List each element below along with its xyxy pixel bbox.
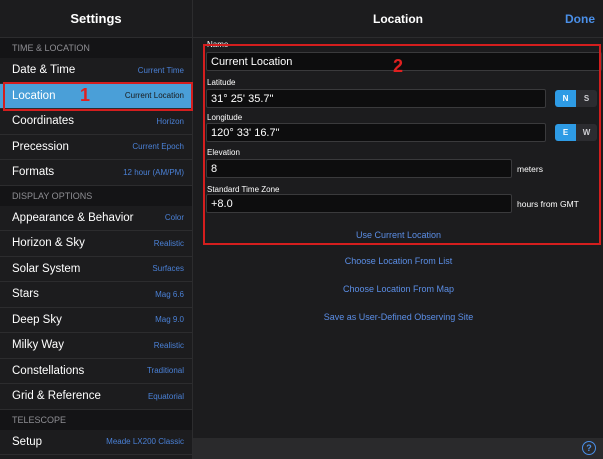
- sidebar-item-label: Setup: [12, 435, 43, 448]
- choose-from-map-button[interactable]: Choose Location From Map: [193, 284, 603, 294]
- panel-title: Location: [373, 12, 423, 26]
- sidebar-item-label: Milky Way: [12, 339, 64, 352]
- annotation-box-1: [3, 82, 193, 111]
- sidebar-item-label: Precession: [12, 140, 69, 153]
- sidebar-item-stars[interactable]: Stars Mag 6.6: [0, 282, 192, 308]
- sidebar-item-value: Current Epoch: [132, 142, 184, 152]
- sidebar-item-label: Stars: [12, 288, 39, 301]
- help-icon[interactable]: ?: [582, 441, 596, 455]
- panel-header: Location Done: [193, 0, 603, 38]
- sidebar-item-value: Mag 9.0: [155, 315, 184, 325]
- sidebar-item-constellations[interactable]: Constellations Traditional: [0, 358, 192, 384]
- sidebar-item-label: Constellations: [12, 364, 85, 377]
- sidebar-item-date-time[interactable]: Date & Time Current Time: [0, 58, 192, 84]
- sidebar-item-value: Color: [164, 213, 184, 223]
- sidebar-item-value: Equatorial: [147, 391, 184, 401]
- sidebar-item-label: Formats: [12, 166, 55, 179]
- sidebar-title: Settings: [0, 0, 192, 38]
- sidebar-item-horizon-sky[interactable]: Horizon & Sky Realistic: [0, 231, 192, 257]
- annotation-number-1: 1: [80, 85, 91, 105]
- sidebar-item-label: Deep Sky: [12, 313, 62, 326]
- sidebar-item-value: 12 hour (AM/PM): [123, 167, 184, 177]
- sidebar-item-label: Date & Time: [12, 64, 76, 77]
- sidebar-item-label: Coordinates: [12, 115, 75, 128]
- sidebar-item-solar-system[interactable]: Solar System Surfaces: [0, 256, 192, 282]
- sidebar-item-value: Meade LX200 Classic: [106, 437, 184, 447]
- sidebar-item-value: Realistic: [153, 340, 184, 350]
- sidebar-item-label: Solar System: [12, 262, 81, 275]
- settings-sidebar: Settings TIME & LOCATION Date & Time Cur…: [0, 0, 192, 459]
- sidebar-item-appearance[interactable]: Appearance & Behavior Color: [0, 205, 192, 231]
- sidebar-item-label: Grid & Reference: [12, 390, 101, 403]
- section-telescope: TELESCOPE: [0, 409, 192, 430]
- choose-from-list-button[interactable]: Choose Location From List: [193, 256, 603, 266]
- sidebar-item-value: Traditional: [146, 366, 184, 376]
- sidebar-item-precession[interactable]: Precession Current Epoch: [0, 134, 192, 160]
- section-display-options: DISPLAY OPTIONS: [0, 185, 192, 206]
- sidebar-item-label: Appearance & Behavior: [12, 211, 134, 224]
- sidebar-item-grid-reference[interactable]: Grid & Reference Equatorial: [0, 384, 192, 410]
- sidebar-item-formats[interactable]: Formats 12 hour (AM/PM): [0, 160, 192, 186]
- sidebar-item-value: Current Time: [137, 65, 184, 75]
- sidebar-item-setup[interactable]: Setup Meade LX200 Classic: [0, 429, 192, 455]
- sidebar-item-value: Horizon: [156, 116, 184, 126]
- save-observing-site-button[interactable]: Save as User-Defined Observing Site: [193, 312, 603, 322]
- panel-footer: ?: [193, 438, 603, 459]
- sidebar-item-deep-sky[interactable]: Deep Sky Mag 9.0: [0, 307, 192, 333]
- sidebar-item-milky-way[interactable]: Milky Way Realistic: [0, 333, 192, 359]
- sidebar-item-value: Surfaces: [152, 264, 184, 274]
- annotation-number-2: 2: [393, 56, 404, 76]
- section-time-location: TIME & LOCATION: [0, 38, 192, 58]
- sidebar-item-value: Mag 6.6: [155, 289, 184, 299]
- sidebar-item-coordinates[interactable]: Coordinates Horizon: [0, 109, 192, 135]
- sidebar-item-label: Horizon & Sky: [12, 237, 85, 250]
- done-button[interactable]: Done: [565, 0, 595, 38]
- sidebar-item-value: Realistic: [153, 238, 184, 248]
